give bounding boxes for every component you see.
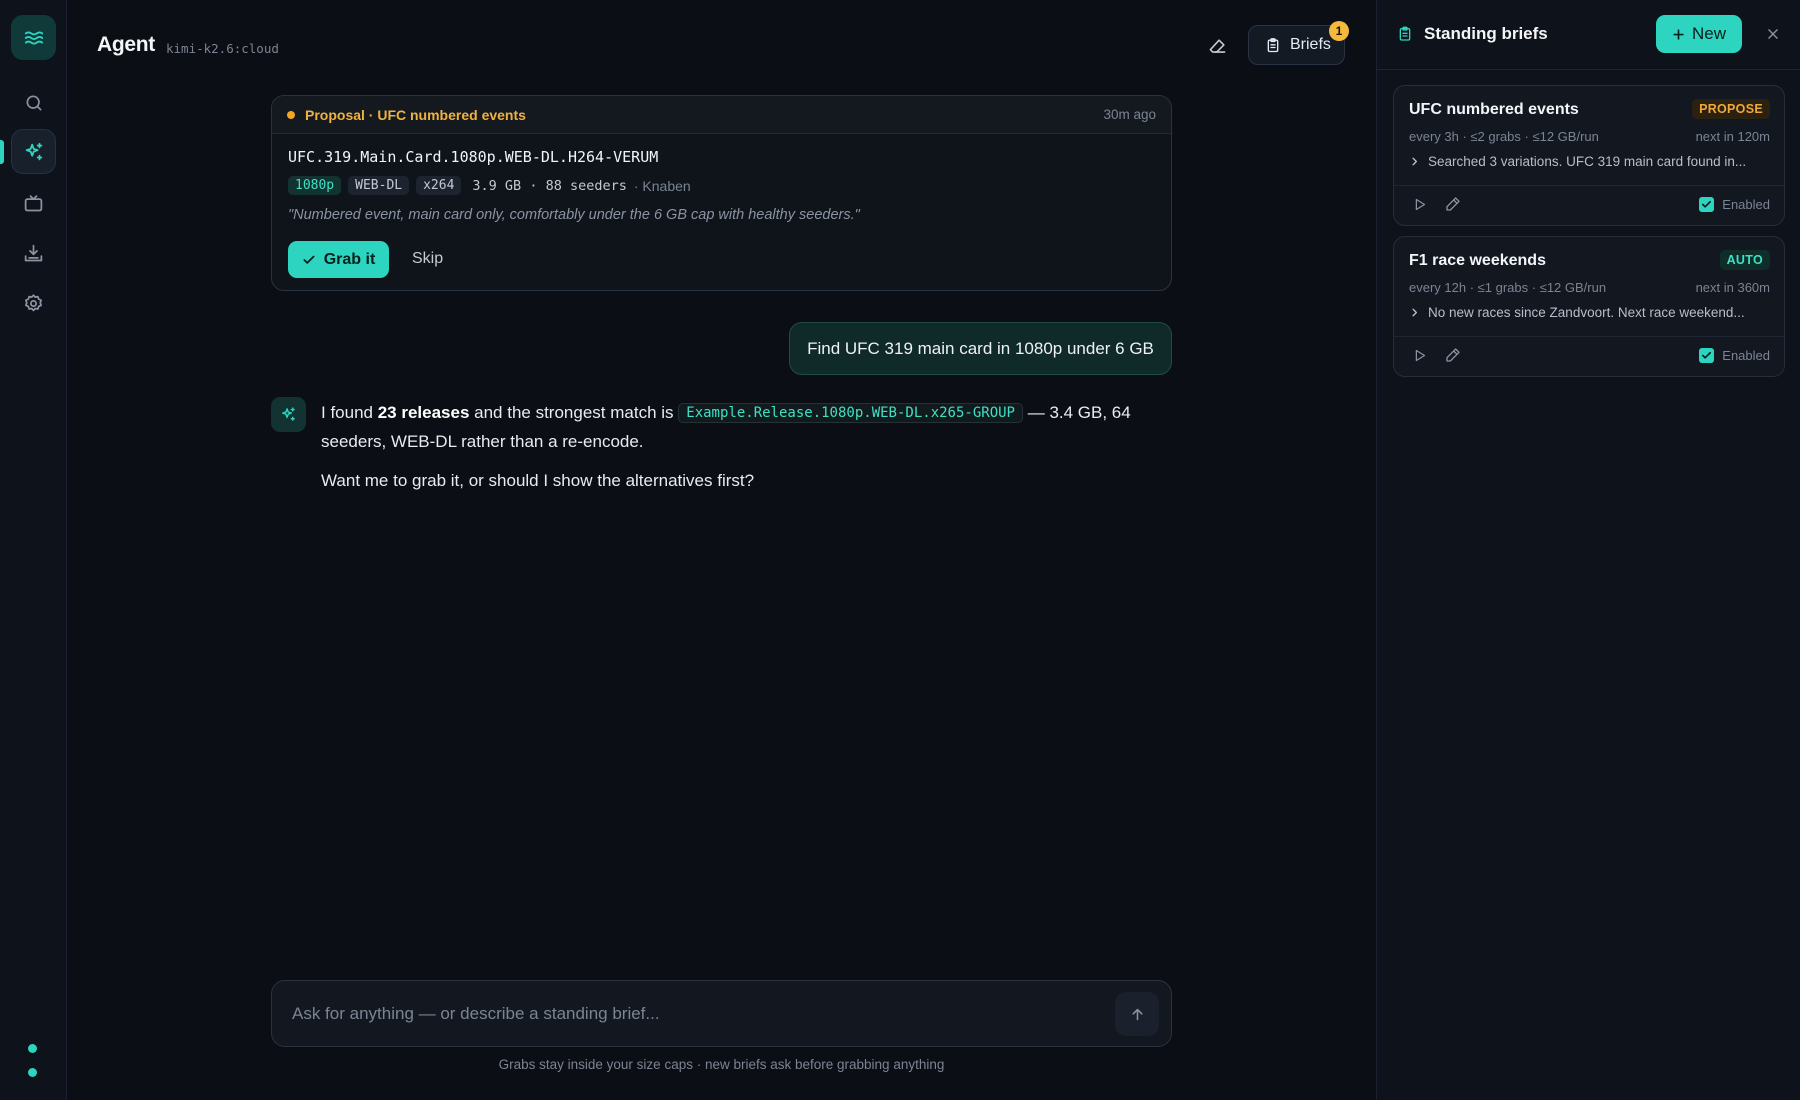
release-tags: 1080p WEB-DL x264 3.9 GB · 88 seeders · … xyxy=(288,176,691,195)
pencil-icon xyxy=(1446,348,1460,362)
proposal-reason: "Numbered event, main card only, comfort… xyxy=(288,207,860,223)
briefs-label: Briefs xyxy=(1290,36,1331,53)
chevron-right-icon xyxy=(1412,157,1418,166)
brief-enabled-toggle[interactable]: Enabled xyxy=(1699,348,1770,363)
proposal-status-dot xyxy=(287,110,295,119)
new-brief-button[interactable]: New xyxy=(1656,15,1742,53)
download-tray-icon xyxy=(24,244,43,262)
tag-resolution: 1080p xyxy=(288,176,342,195)
run-brief-button[interactable] xyxy=(1412,348,1427,363)
agent-message-question: Want me to grab it, or should I show the… xyxy=(321,471,755,490)
status-dot xyxy=(28,1044,37,1053)
tag-codec: x264 xyxy=(416,176,462,195)
page-title: Agent xyxy=(97,33,155,56)
enabled-checkbox[interactable] xyxy=(1699,197,1715,212)
arrow-up-icon xyxy=(1131,1008,1143,1020)
plus-icon xyxy=(1673,28,1684,40)
skip-button[interactable]: Skip xyxy=(412,250,443,268)
enabled-label: Enabled xyxy=(1722,197,1770,212)
waves-icon xyxy=(24,30,43,45)
release-name: UFC.319.Main.Card.1080p.WEB-DL.H264-VERU… xyxy=(288,148,659,166)
send-button[interactable] xyxy=(1115,992,1159,1036)
rail-tv-button[interactable] xyxy=(11,181,56,226)
clipboard-icon xyxy=(1267,37,1279,52)
panel-header: Standing briefs New xyxy=(1377,0,1800,70)
reply-text: and the strongest match is xyxy=(469,403,679,422)
divider xyxy=(1394,185,1784,186)
check-icon xyxy=(303,255,315,264)
brief-mode-badge: AUTO xyxy=(1719,250,1770,270)
agent-message-paragraph: I found 23 releases and the strongest ma… xyxy=(321,399,1171,456)
model-name: kimi-k2.6:cloud xyxy=(166,41,279,56)
chevron-right-icon xyxy=(1412,308,1418,317)
rail-search-button[interactable] xyxy=(11,80,56,125)
panel-title: Standing briefs xyxy=(1424,24,1548,43)
play-icon xyxy=(1415,349,1426,362)
brief-schedule: every 3h · ≤2 grabs · ≤12 GB/run xyxy=(1409,129,1599,144)
reply-bold: 23 releases xyxy=(377,403,470,422)
brief-title: UFC numbered events xyxy=(1409,101,1579,118)
play-icon xyxy=(1415,198,1426,211)
brief-summary[interactable]: Searched 3 variations. UFC 319 main card… xyxy=(1409,154,1771,169)
briefs-count-badge: 1 xyxy=(1329,21,1349,41)
indexer-source: · Knaben xyxy=(633,177,691,194)
brief-card[interactable]: F1 race weekends AUTO every 12h · ≤1 gra… xyxy=(1393,236,1785,377)
clipboard-icon xyxy=(1399,26,1411,41)
proposal-time: 30m ago xyxy=(1103,107,1156,122)
left-rail xyxy=(0,0,67,1100)
edit-brief-button[interactable] xyxy=(1445,196,1461,212)
enabled-label: Enabled xyxy=(1722,348,1770,363)
check-icon xyxy=(1702,200,1712,208)
brief-mode-badge: PROPOSE xyxy=(1692,99,1770,119)
composer xyxy=(271,980,1172,1047)
new-label: New xyxy=(1691,24,1726,43)
composer-footnote: Grabs stay inside your size caps · new b… xyxy=(498,1057,945,1072)
app-logo[interactable] xyxy=(11,15,56,60)
check-icon xyxy=(1702,351,1712,359)
status-dot xyxy=(28,1068,37,1077)
standing-briefs-panel: Standing briefs New UFC numbered events … xyxy=(1376,0,1800,1100)
brief-summary[interactable]: No new races since Zandvoort. Next race … xyxy=(1409,305,1771,320)
gear-icon xyxy=(25,294,42,312)
brief-title: F1 race weekends xyxy=(1409,252,1546,269)
eraser-icon xyxy=(1209,38,1225,53)
rail-agent-button[interactable] xyxy=(11,129,56,174)
brief-schedule: every 12h · ≤1 grabs · ≤12 GB/run xyxy=(1409,280,1607,295)
brief-next-run: next in 360m xyxy=(1695,280,1770,295)
brief-next-run: next in 120m xyxy=(1695,129,1770,144)
pencil-icon xyxy=(1446,197,1460,211)
sparkles-icon xyxy=(25,142,42,160)
tag-source: WEB-DL xyxy=(348,176,410,195)
grab-button[interactable]: Grab it xyxy=(288,241,389,278)
agent-message: I found 23 releases and the strongest ma… xyxy=(321,399,1171,495)
rail-downloads-button[interactable] xyxy=(11,231,56,276)
proposal-card: Proposal · UFC numbered events 30m ago U… xyxy=(271,95,1172,291)
proposal-label: Proposal · UFC numbered events xyxy=(305,106,526,123)
proposal-header: Proposal · UFC numbered events 30m ago xyxy=(272,96,1171,134)
release-code: Example.Release.1080p.WEB-DL.x265-GROUP xyxy=(678,403,1023,423)
user-message: Find UFC 319 main card in 1080p under 6 … xyxy=(789,322,1172,375)
run-brief-button[interactable] xyxy=(1412,197,1427,212)
brief-card[interactable]: UFC numbered events PROPOSE every 3h · ≤… xyxy=(1393,85,1785,226)
active-indicator xyxy=(0,140,4,164)
sparkles-icon xyxy=(282,407,295,421)
rail-settings-button[interactable] xyxy=(11,281,56,326)
divider xyxy=(1394,336,1784,337)
brief-summary-text: No new races since Zandvoort. Next race … xyxy=(1428,305,1745,320)
reply-text: I found xyxy=(321,403,378,422)
brief-enabled-toggle[interactable]: Enabled xyxy=(1699,197,1770,212)
search-icon xyxy=(26,95,42,110)
brief-summary-text: Searched 3 variations. UFC 319 main card… xyxy=(1428,154,1747,169)
size-seeders: 3.9 GB · 88 seeders xyxy=(472,177,627,194)
close-panel-button[interactable] xyxy=(1763,24,1783,44)
enabled-checkbox[interactable] xyxy=(1699,348,1715,363)
close-icon xyxy=(1768,29,1778,39)
agent-avatar xyxy=(271,397,306,432)
edit-brief-button[interactable] xyxy=(1445,347,1461,363)
tv-icon xyxy=(24,195,43,212)
clear-chat-button[interactable] xyxy=(1204,33,1230,59)
grab-label: Grab it xyxy=(323,250,376,268)
chat-input[interactable] xyxy=(292,981,1112,1046)
